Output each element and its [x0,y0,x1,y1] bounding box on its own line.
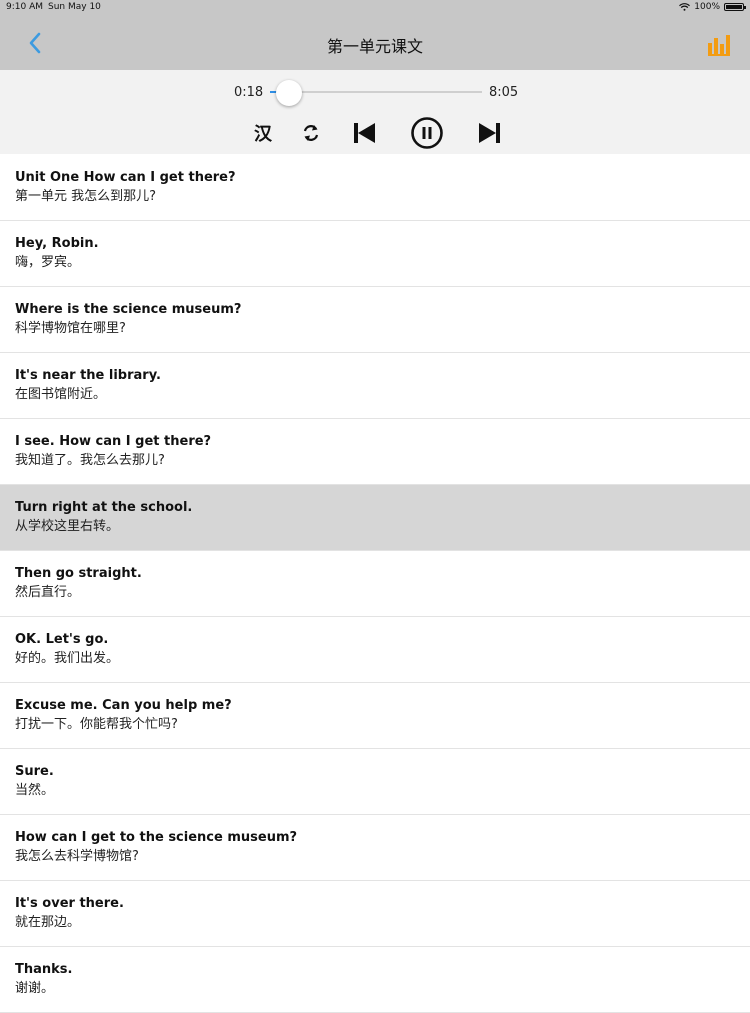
sentence-row[interactable]: Thanks. 谢谢。 [0,947,750,1013]
sentence-chinese: 我知道了。我怎么去那儿? [15,453,165,468]
sentence-chinese: 打扰一下。你能帮我个忙吗? [15,717,178,732]
sentence-english: Where is the science museum? [15,302,242,317]
sentence-english: Then go straight. [15,566,142,581]
sentence-chinese: 然后直行。 [15,585,81,600]
sentence-row[interactable]: Sure. 当然。 [0,749,750,815]
sentence-row[interactable]: Hey, Robin. 嗨，罗宾。 [0,221,750,287]
sentence-english: How can I get to the science museum? [15,830,298,845]
battery-percent: 100% [694,2,720,12]
sentence-row[interactable]: It's over there. 就在那边。 [0,881,750,947]
sentence-chinese: 就在那边。 [15,915,81,930]
sentence-chinese: 第一单元 我怎么到那儿? [15,189,157,204]
sentence-english: Hey, Robin. [15,236,99,251]
previous-icon[interactable] [352,120,378,146]
sentence-row[interactable]: OK. Let's go. 好的。我们出发。 [0,617,750,683]
sentence-row[interactable]: Turn right at the school. 从学校这里右转。 [0,485,750,551]
sentence-chinese: 嗨，罗宾。 [15,255,81,270]
sentence-english: It's over there. [15,896,124,911]
sentence-english: Unit One How can I get there? [15,170,236,185]
sentence-english: I see. How can I get there? [15,434,212,449]
next-icon[interactable] [476,120,502,146]
sentence-row[interactable]: It's near the library. 在图书馆附近。 [0,353,750,419]
status-date: Sun May 10 [48,2,101,12]
status-bar: 9:10 AM Sun May 10 100% [0,0,750,16]
sentence-row[interactable]: Where is the science museum? 科学博物馆在哪里? [0,287,750,353]
bar-chart-icon[interactable] [708,32,732,56]
status-right: 100% [679,2,746,12]
sentence-row[interactable]: I see. How can I get there? 我知道了。我怎么去那儿? [0,419,750,485]
page-title: 第一单元课文 [326,37,423,56]
sentence-english: Excuse me. Can you help me? [15,698,232,713]
audio-player: 0:18 8:05 汉 [0,70,750,154]
navigation-bar: 第一单元课文 [0,16,750,70]
battery-icon [724,3,746,11]
sentence-english: Turn right at the school. [15,500,193,515]
sentence-row[interactable]: Excuse me. Can you help me? 打扰一下。你能帮我个忙吗? [0,683,750,749]
sentence-chinese: 当然。 [15,783,55,798]
pause-icon[interactable] [410,116,444,150]
repeat-icon[interactable] [298,120,324,146]
sentence-row[interactable]: Then go straight. 然后直行。 [0,551,750,617]
status-time: 9:10 AM [6,2,43,12]
current-time: 0:18 [234,85,264,100]
sentence-english: OK. Let's go. [15,632,109,647]
chinese-toggle-button[interactable]: 汉 [250,120,276,146]
sentence-list: Unit One How can I get there? 第一单元 我怎么到那儿… [0,155,750,1013]
sentence-chinese: 谢谢。 [15,981,55,996]
sentence-chinese: 我怎么去科学博物馆? [15,849,139,864]
sentence-chinese: 从学校这里右转。 [15,519,120,534]
total-time: 8:05 [489,85,519,100]
slider-thumb[interactable] [276,80,302,106]
sentence-chinese: 科学博物馆在哪里? [15,321,126,336]
sentence-chinese: 在图书馆附近。 [15,387,107,402]
sentence-english: Sure. [15,764,54,779]
sentence-row[interactable]: Unit One How can I get there? 第一单元 我怎么到那儿… [0,155,750,221]
sentence-chinese: 好的。我们出发。 [15,651,120,666]
sentence-row[interactable]: How can I get to the science museum? 我怎么去… [0,815,750,881]
sentence-english: Thanks. [15,962,73,977]
sentence-english: It's near the library. [15,368,161,383]
wifi-icon [679,3,691,11]
